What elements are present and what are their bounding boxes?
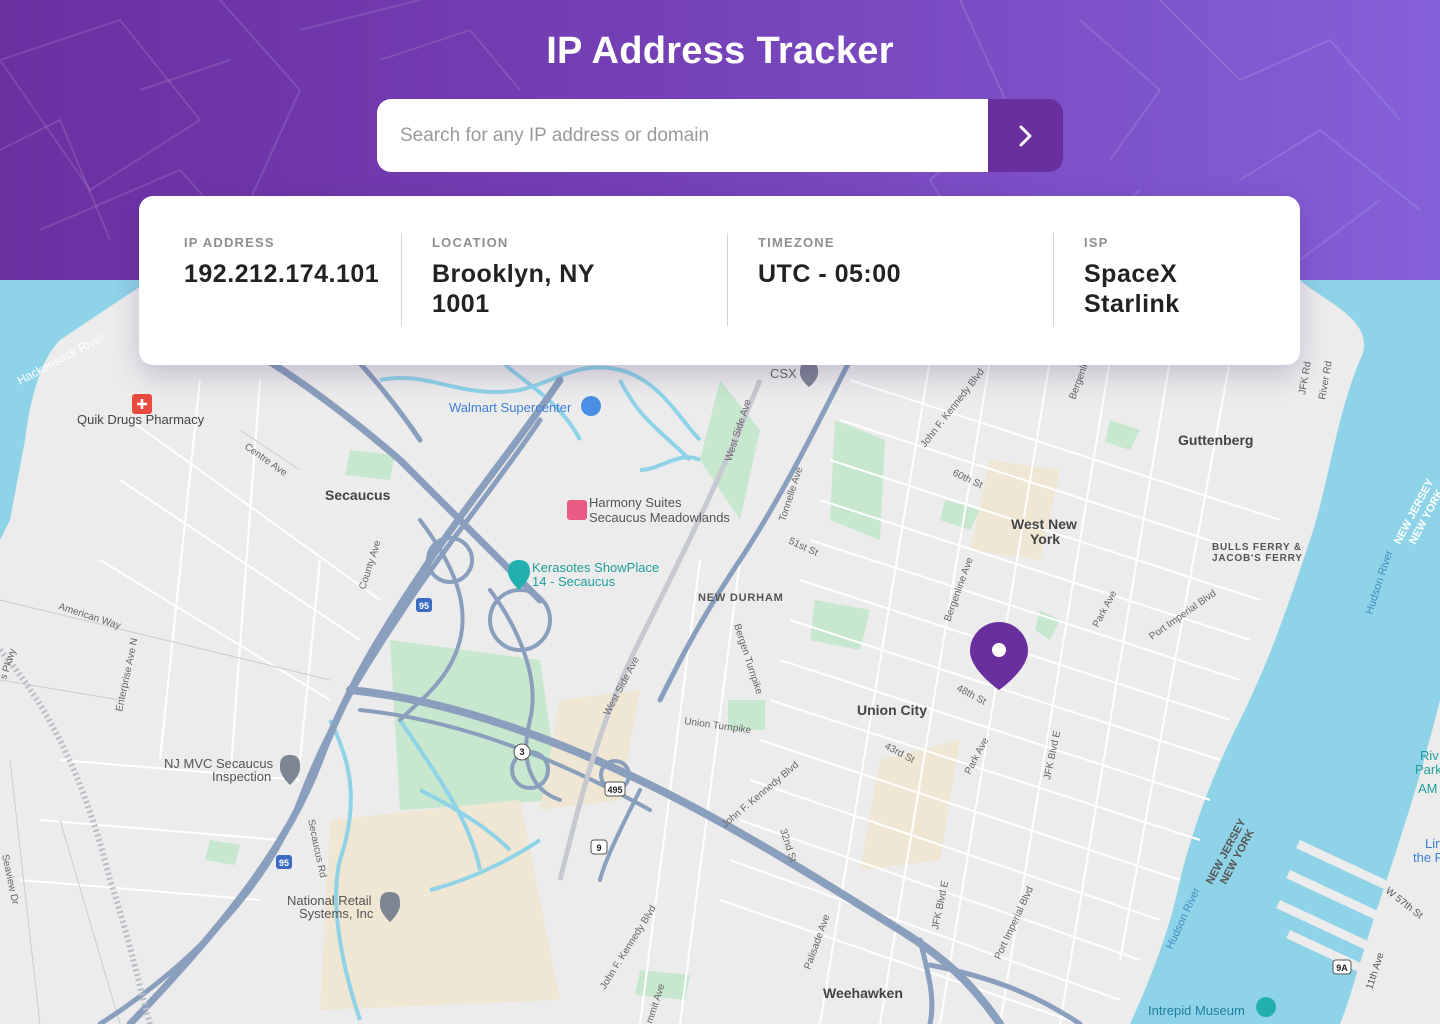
ip-address-label: IP ADDRESS [184, 235, 275, 250]
map-label: Walmart Supercenter [449, 400, 572, 415]
museum-icon[interactable] [1256, 997, 1276, 1017]
map-label: Kerasotes ShowPlace [532, 560, 659, 575]
ip-info-card: IP ADDRESS 192.212.174.101 LOCATION Broo… [139, 196, 1300, 365]
ip-address-section: IP ADDRESS 192.212.174.101 [184, 233, 399, 326]
route-shield-label: 9 [596, 843, 601, 853]
map-label: York [1030, 531, 1060, 547]
map-canvas: 95 3 495 9 95 9A Hackensack River Quik D… [0, 280, 1440, 1024]
isp-section: ISP SpaceX Starlink [1053, 233, 1274, 326]
isp-name-line1: SpaceX [1084, 260, 1178, 288]
route-shield-label: 9A [1336, 963, 1348, 973]
location-city: Brooklyn, NY [432, 260, 595, 288]
search-submit-button[interactable] [988, 99, 1063, 172]
route-shield-label: 95 [419, 601, 429, 611]
search-bar [377, 99, 1063, 172]
map-label: Secaucus Meadowlands [589, 510, 730, 525]
map-label: Weehawken [823, 985, 903, 1001]
map-label: the F [1413, 850, 1440, 865]
map-label: West New [1011, 516, 1077, 532]
map-label: BULLS FERRY & [1212, 542, 1302, 553]
map-label: Harmony Suites [589, 495, 682, 510]
isp-name-line2: Starlink [1084, 290, 1180, 318]
location-label: LOCATION [432, 235, 509, 250]
map-label: Quik Drugs Pharmacy [77, 412, 205, 427]
map-label: JACOB'S FERRY [1212, 553, 1303, 564]
map-label: Union City [857, 702, 927, 718]
map-label: Inspection [212, 769, 271, 784]
map-label: 14 - Secaucus [532, 574, 616, 589]
shopping-bag-icon[interactable] [581, 396, 601, 416]
isp-label: ISP [1084, 235, 1109, 250]
map-label: Intrepid Museum [1148, 1003, 1245, 1018]
timezone-value: UTC - 05:00 [758, 260, 902, 288]
chevron-right-icon [1019, 125, 1031, 146]
ip-address-value: 192.212.174.101 [184, 260, 380, 288]
route-shield-label: 495 [607, 785, 622, 795]
isp-value: SpaceX Starlink [1084, 259, 1274, 319]
map-label: AM [1418, 781, 1438, 796]
route-shield-label: 3 [519, 747, 524, 757]
timezone-label: TIMEZONE [758, 235, 835, 250]
map-label: CSX [770, 366, 797, 381]
location-value: Brooklyn, NY 1001 [432, 259, 692, 319]
hotel-icon[interactable] [567, 500, 587, 520]
map-label: Lin [1425, 836, 1440, 851]
page-title: IP Address Tracker [546, 30, 894, 72]
location-postal: 1001 [432, 290, 490, 318]
route-shield-label: 95 [279, 858, 289, 868]
map-label: Park [1415, 762, 1440, 777]
map-label: Systems, Inc [299, 906, 374, 921]
map-label: Secaucus [325, 487, 391, 503]
search-input[interactable] [377, 99, 988, 172]
map-view[interactable]: 95 3 495 9 95 9A Hackensack River Quik D… [0, 280, 1440, 1024]
location-section: LOCATION Brooklyn, NY 1001 [401, 233, 692, 326]
map-label: NEW DURHAM [698, 592, 784, 604]
map-label: Riv [1420, 748, 1439, 763]
map-label: Guttenberg [1178, 432, 1253, 448]
timezone-section: TIMEZONE UTC - 05:00 [727, 233, 1018, 326]
